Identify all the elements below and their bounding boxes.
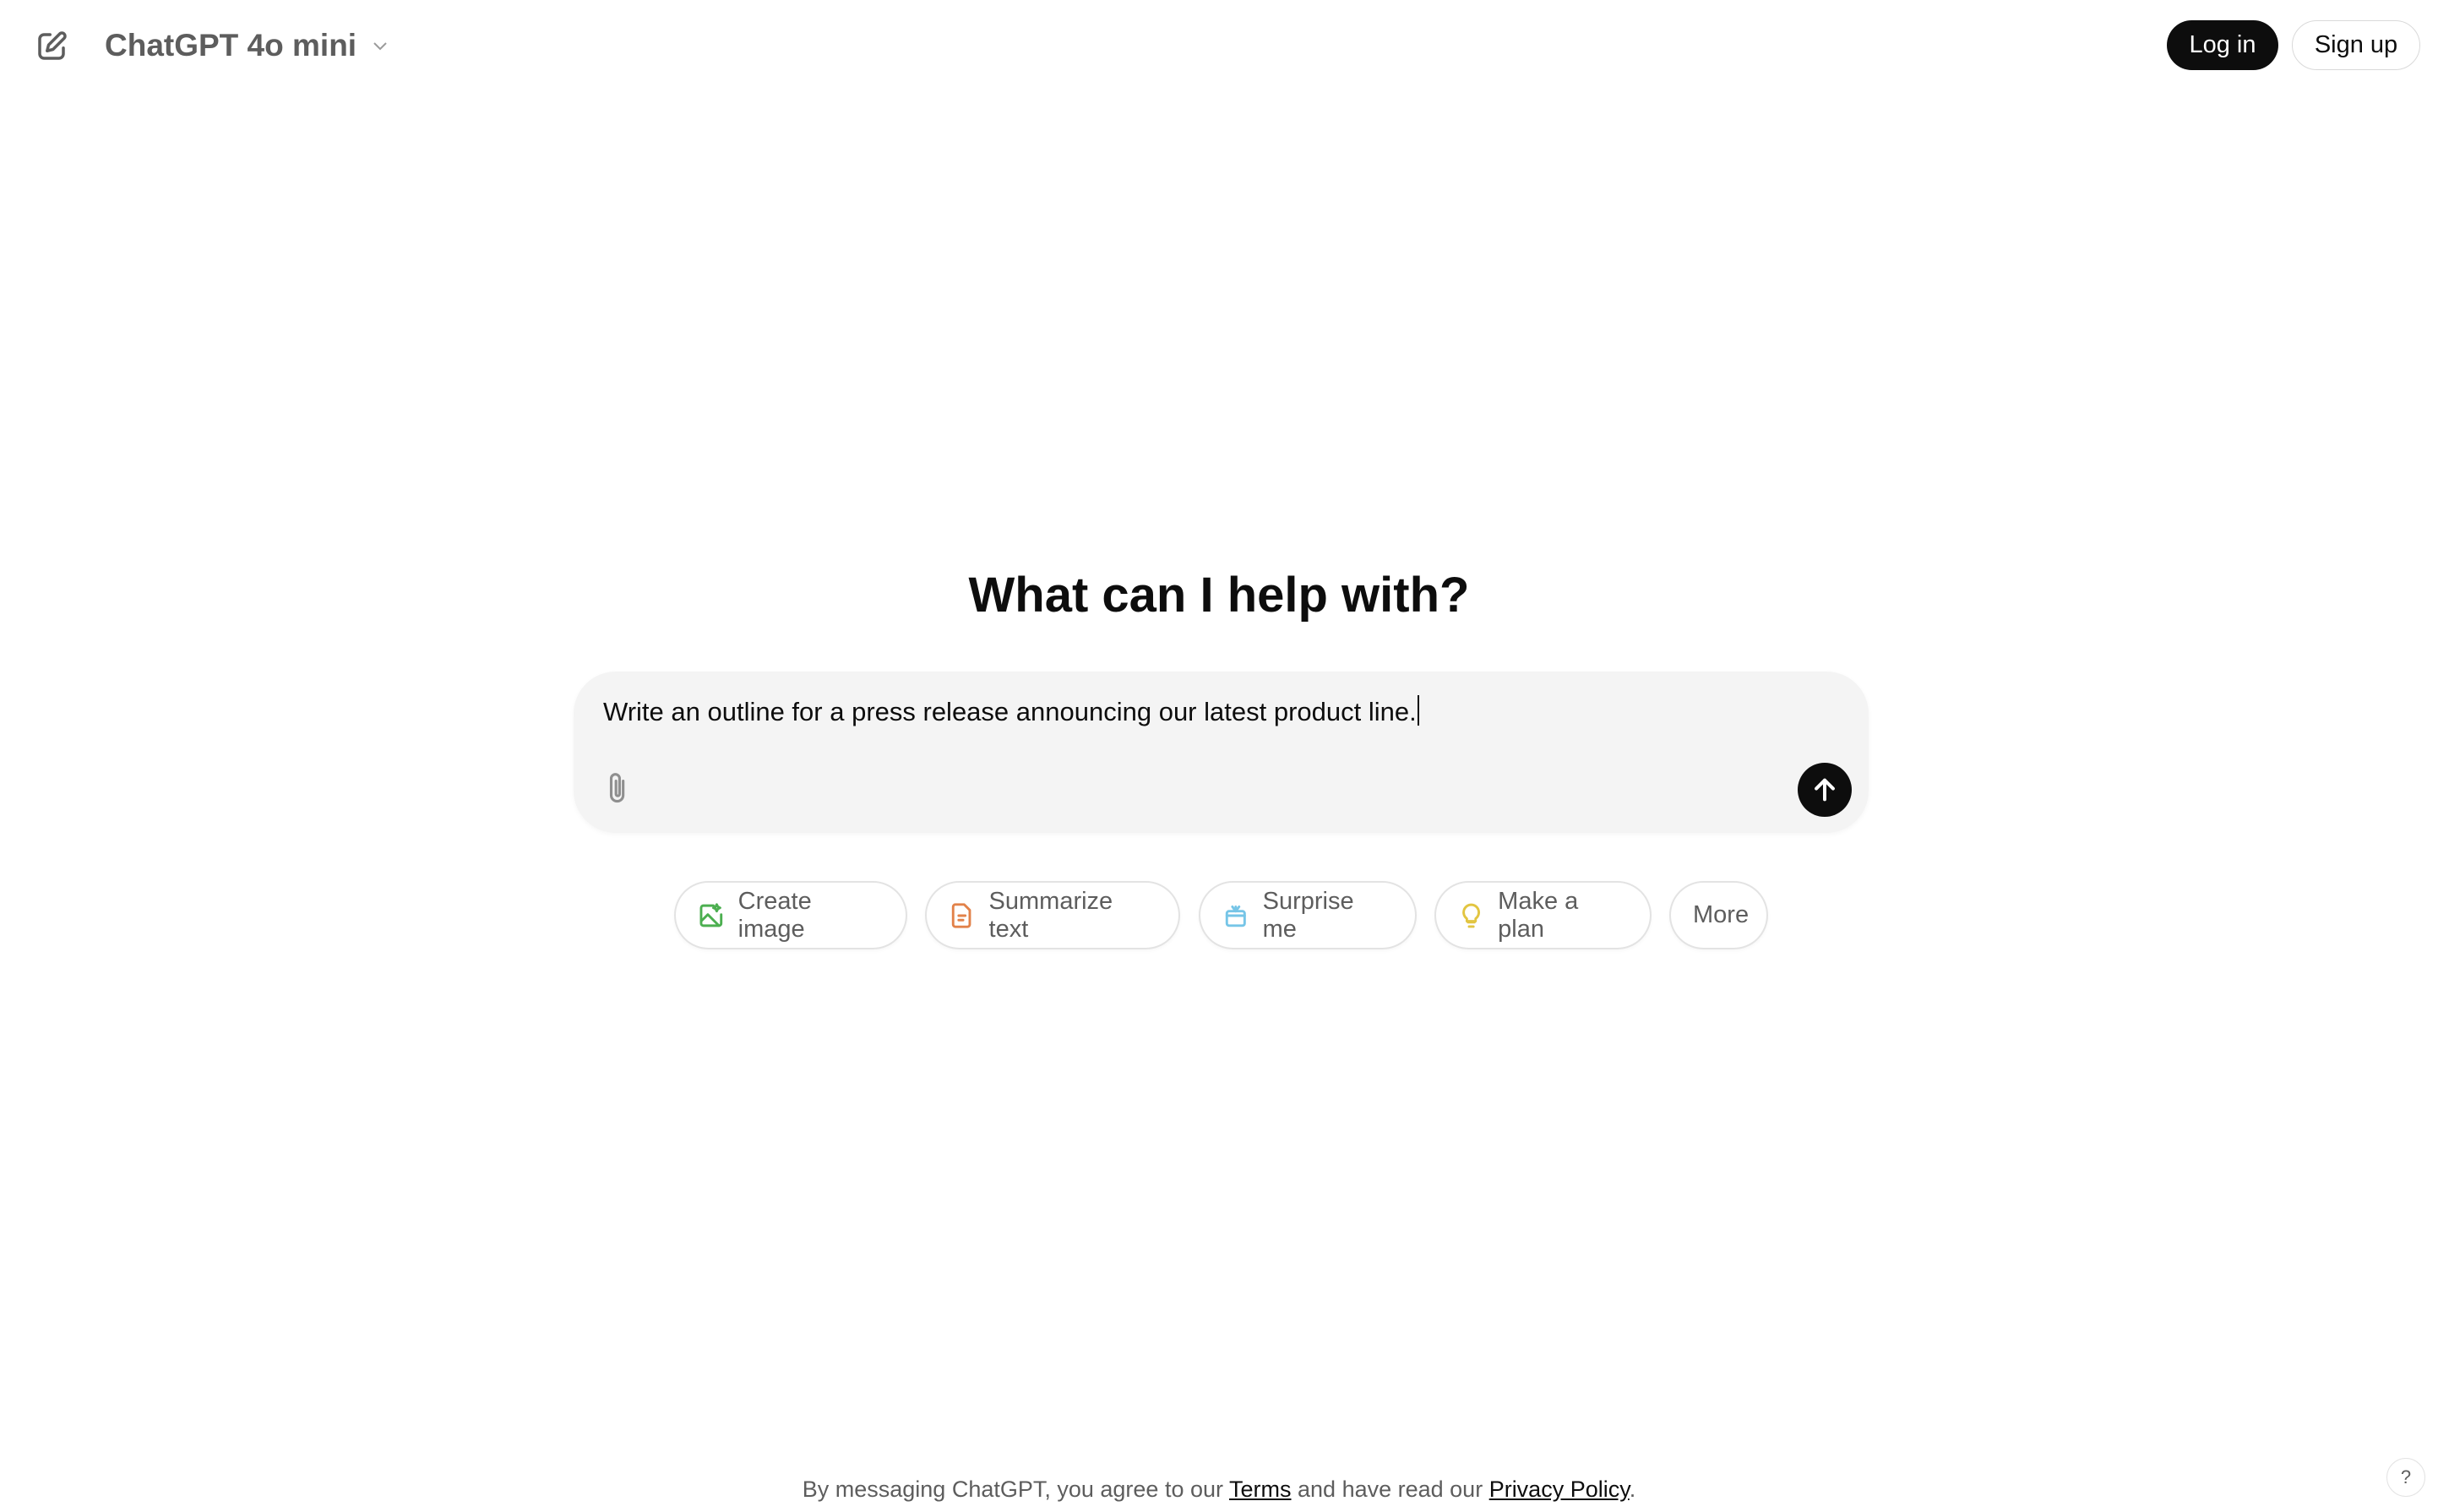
footer-disclaimer: By messaging ChatGPT, you agree to our T… — [0, 1473, 2438, 1505]
suggestion-more[interactable]: More — [1669, 881, 1768, 949]
send-button[interactable] — [1798, 763, 1852, 817]
footer-text: and have read our — [1291, 1477, 1489, 1502]
text-caret — [1417, 695, 1419, 726]
suggestion-label: More — [1693, 901, 1750, 928]
footer-text: By messaging ChatGPT, you agree to our — [802, 1477, 1230, 1502]
suggestion-label: Create image — [737, 887, 812, 943]
login-button[interactable]: Log in — [2167, 20, 2278, 70]
page-title: What can I help with? — [968, 568, 1470, 623]
paperclip-icon — [609, 773, 625, 803]
suggestion-make-a-plan[interactable]: Make a plan — [1434, 881, 1652, 949]
suggestion-label: Summarize text — [988, 887, 1113, 943]
chevron-down-icon — [373, 42, 387, 51]
signup-button[interactable]: Sign up — [2292, 20, 2420, 70]
suggestion-surprise-me[interactable]: Surprise me — [1199, 881, 1417, 949]
lightbulb-icon — [1462, 903, 1480, 927]
footer-text: . — [1629, 1477, 1636, 1502]
suggestion-create-image[interactable]: Create image — [674, 881, 907, 949]
suggestion-label: Make a plan — [1498, 887, 1579, 943]
privacy-policy-link[interactable]: Privacy Policy — [1489, 1477, 1630, 1502]
suggestion-summarize-text[interactable]: Summarize text — [925, 881, 1180, 949]
terms-link[interactable]: Terms — [1229, 1477, 1292, 1502]
help-button[interactable]: ? — [2386, 1458, 2425, 1497]
edit-icon — [38, 31, 67, 60]
model-name: ChatGPT 4o mini — [105, 28, 357, 63]
new-chat-button[interactable] — [34, 29, 69, 64]
composer: Write an outline for a press release ann… — [574, 672, 1869, 833]
arrow-up-icon — [1815, 778, 1835, 802]
gift-icon — [1225, 905, 1246, 927]
image-icon — [699, 902, 723, 927]
prompt-input[interactable]: Write an outline for a press release ann… — [603, 693, 1419, 731]
suggestion-label: Surprise me — [1262, 887, 1354, 943]
model-selector[interactable]: ChatGPT 4o mini — [105, 24, 390, 68]
attach-button[interactable] — [604, 770, 633, 807]
prompt-text: Write an outline for a press release ann… — [603, 697, 1417, 726]
document-icon — [951, 902, 971, 928]
